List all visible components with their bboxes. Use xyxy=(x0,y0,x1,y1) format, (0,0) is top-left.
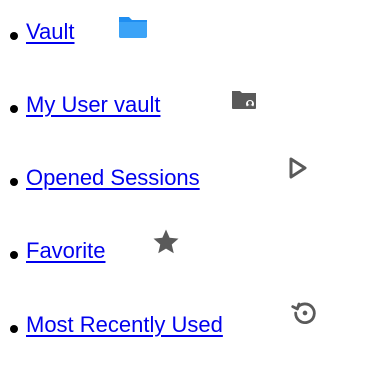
bullet xyxy=(10,32,18,40)
bullet xyxy=(10,178,18,186)
vault-link[interactable]: Vault xyxy=(26,19,75,45)
star-icon xyxy=(153,229,179,254)
history-icon xyxy=(291,302,316,324)
bullet xyxy=(10,251,18,259)
my-user-vault-link[interactable]: My User vault xyxy=(26,92,160,118)
favorite-link[interactable]: Favorite xyxy=(26,238,105,264)
opened-sessions-link[interactable]: Opened Sessions xyxy=(26,165,200,191)
folder-icon xyxy=(119,17,147,38)
bullet xyxy=(10,325,18,333)
play-icon xyxy=(289,157,307,179)
user-vault-icon xyxy=(232,91,256,109)
bullet xyxy=(10,105,18,113)
most-recently-used-link[interactable]: Most Recently Used xyxy=(26,312,223,338)
